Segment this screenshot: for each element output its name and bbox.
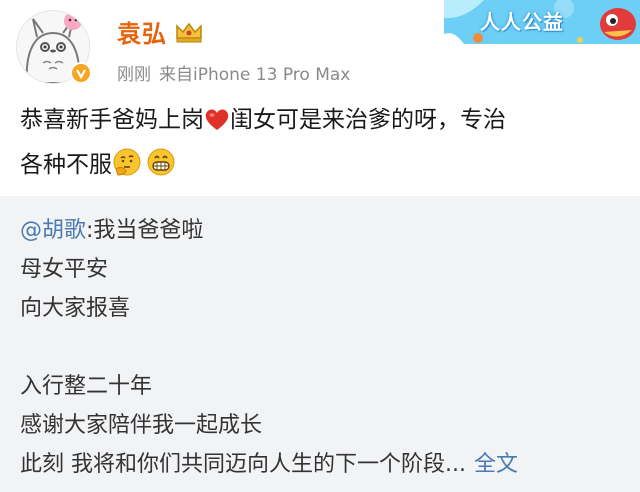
repost-line: 入行整二十年 (20, 374, 153, 399)
mention-link[interactable]: @胡歌 (20, 218, 86, 243)
post-time: 刚刚 (117, 65, 151, 85)
post-text: 恭喜新手爸妈上岗 闺女可是来治爹的呀，专治 各种不服 (20, 98, 625, 188)
heart-icon (204, 103, 230, 148)
thinking-face-icon (112, 147, 142, 193)
repost-line: 向大家报喜 (20, 296, 131, 321)
repost-line: 母女平安 (20, 257, 109, 282)
banner-label: 人人公益 (480, 10, 564, 34)
post-line-1: 恭喜新手爸妈上岗 闺女可是来治爹的呀，专治 (20, 98, 625, 143)
banner-mascot-icon (600, 8, 636, 40)
repost-last-line: 此刻 我将和你们共同迈向人生的下一个阶段... 全文 (20, 446, 518, 478)
charity-banner[interactable]: 人人公益 (444, 0, 640, 44)
repost-card[interactable]: @胡歌:我当爸爸啦 母女平安 向大家报喜 入行整二十年 感谢大家陪伴我一起成长 … (0, 196, 640, 492)
verified-badge-icon (70, 62, 92, 84)
post-text-part: 各种不服 (20, 152, 112, 178)
post-text-part: 闺女可是来治爹的呀，专治 (230, 107, 506, 133)
repost-text-part: :我当爸爸啦 (86, 218, 204, 243)
post-line-2: 各种不服 (20, 143, 625, 188)
post-header: 袁弘 刚刚 来自iPhone 13 Pro Max 人人公益 (0, 0, 640, 94)
post-source: 来自iPhone 13 Pro Max (159, 65, 351, 85)
repost-line: 感谢大家陪伴我一起成长 (20, 413, 263, 438)
post-text-part: 恭喜新手爸妈上岗 (20, 107, 204, 133)
username[interactable]: 袁弘 (117, 14, 167, 49)
repost-text-part: 此刻 我将和你们共同迈向人生的下一个阶段... (20, 452, 466, 477)
crown-icon[interactable] (174, 20, 204, 44)
grin-face-icon (146, 147, 176, 193)
full-text-link[interactable]: 全文 (474, 452, 518, 477)
post-meta: 刚刚 来自iPhone 13 Pro Max (117, 60, 350, 85)
repost-first-line: @胡歌:我当爸爸啦 (20, 212, 203, 244)
